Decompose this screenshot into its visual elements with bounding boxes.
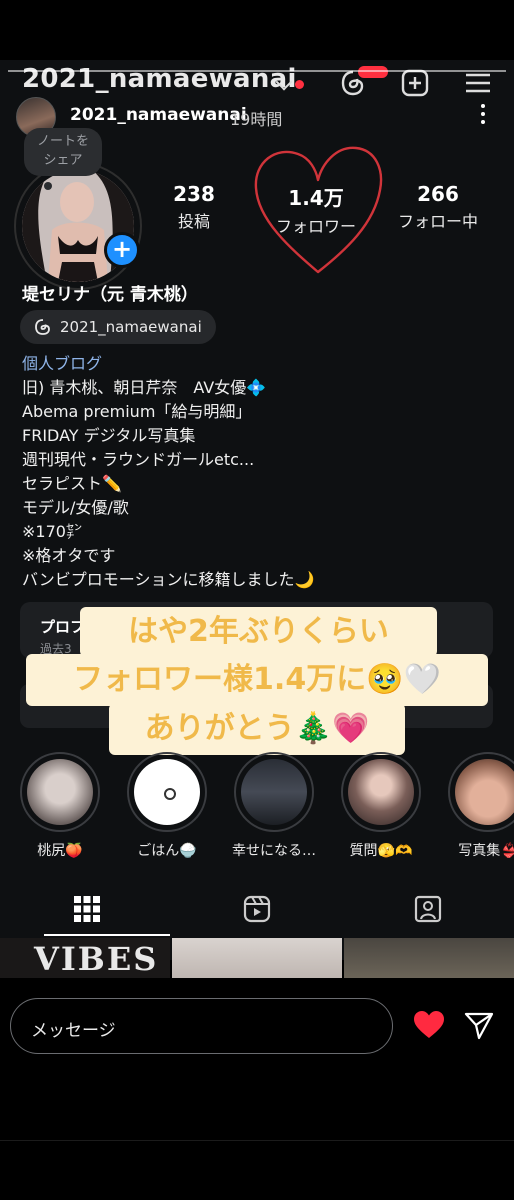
threads-badge — [358, 66, 388, 78]
bio-line: モデル/女優/歌 — [22, 498, 129, 517]
highlight-item[interactable]: 写真集👙 — [446, 752, 514, 860]
highlight-item[interactable]: 質問🫣🫶 — [339, 752, 423, 860]
highlight-item[interactable]: 幸せになる… — [232, 752, 316, 860]
highlight-cover — [348, 759, 414, 825]
highlight-label: 桃尻🍑 — [37, 843, 83, 859]
bio-line: 旧) 青木桃、朝日芹奈 AV女優💠 — [22, 378, 267, 397]
highlight-item[interactable]: ごはん🍚 — [125, 752, 209, 860]
highlight-cover — [455, 759, 514, 825]
professional-dashboard-title: プロフ — [40, 618, 86, 636]
notification-dot — [295, 80, 304, 89]
note-bubble[interactable]: ノートを シェア — [24, 128, 102, 176]
highlight-label: 写真集👙 — [458, 843, 514, 859]
active-tab-indicator — [44, 934, 170, 936]
posts-label: 投稿 — [177, 212, 210, 231]
grid-icon[interactable] — [72, 894, 102, 924]
bio-line: Abema premium「給与明細」 — [22, 402, 252, 421]
threads-link-chip[interactable]: 2021_namaewanai — [20, 310, 216, 344]
threads-handle: 2021_namaewanai — [60, 318, 202, 336]
menu-icon[interactable] — [463, 68, 493, 98]
highlight-cover — [27, 759, 93, 825]
highlight-label: 幸せになる… — [232, 843, 316, 859]
following-count: 266 — [417, 182, 459, 206]
highlight-label: ごはん🍚 — [137, 843, 197, 859]
sticker-text-line-2: フォロワー様1.4万に🥹🤍 — [26, 654, 488, 706]
reels-icon[interactable] — [242, 894, 272, 924]
sticker-text-line-3: ありがとう🎄💗 — [109, 703, 405, 755]
drawn-heart-annotation — [254, 146, 383, 274]
bio-line: ※格オタです — [22, 546, 116, 565]
bio-line: バンビプロモーションに移籍しました🌙 — [22, 570, 315, 589]
story-progress-bar — [8, 70, 506, 72]
following-stat[interactable]: 266 フォロー中 — [388, 182, 488, 232]
posts-count: 238 — [173, 182, 215, 206]
send-icon[interactable] — [463, 1010, 495, 1042]
note-line-2: シェア — [43, 153, 83, 168]
more-options-icon[interactable] — [481, 104, 487, 128]
sticker-text-line-1: はや2年ぶりくらい — [80, 607, 437, 657]
following-label: フォロー中 — [397, 212, 478, 231]
like-heart-icon[interactable] — [413, 1010, 445, 1040]
bio-line: 週刊現代・ラウンドガールetc... — [22, 450, 255, 469]
threads-icon — [35, 319, 50, 335]
add-story-button[interactable]: + — [104, 232, 140, 268]
profile-username-header[interactable]: 2021_namaewanai — [22, 64, 297, 94]
search-icon — [164, 788, 176, 800]
grid-post[interactable] — [172, 938, 342, 978]
posts-stat[interactable]: 238 投稿 — [144, 182, 244, 232]
highlight-cover — [134, 759, 200, 825]
story-timestamp: 19時間 — [230, 110, 283, 129]
grid-post[interactable] — [344, 938, 514, 978]
highlight-label: 質問🫣🫶 — [349, 843, 413, 859]
message-placeholder: メッセージ — [31, 1021, 116, 1041]
tagged-icon[interactable] — [413, 894, 443, 924]
highlight-item[interactable]: 桃尻🍑 — [18, 752, 102, 860]
highlight-cover — [241, 759, 307, 825]
bio-line: ※170㌢ — [22, 522, 82, 541]
bio-line: セラピスト✏️ — [22, 474, 122, 493]
bio-line: FRIDAY デジタル写真集 — [22, 426, 196, 445]
display-name: 堤セリナ（元 青木桃） — [22, 285, 198, 305]
bottom-divider — [0, 1140, 514, 1141]
grid-post-text: VIBES — [34, 940, 159, 978]
note-line-1: ノートを — [36, 134, 89, 149]
grid-post[interactable]: VIBES — [0, 938, 170, 978]
create-post-icon[interactable] — [400, 68, 430, 98]
note-bubble-tail — [44, 182, 52, 190]
bio-link[interactable]: 個人ブログ — [22, 350, 102, 374]
story-username[interactable]: 2021_namaewanai — [70, 105, 247, 125]
